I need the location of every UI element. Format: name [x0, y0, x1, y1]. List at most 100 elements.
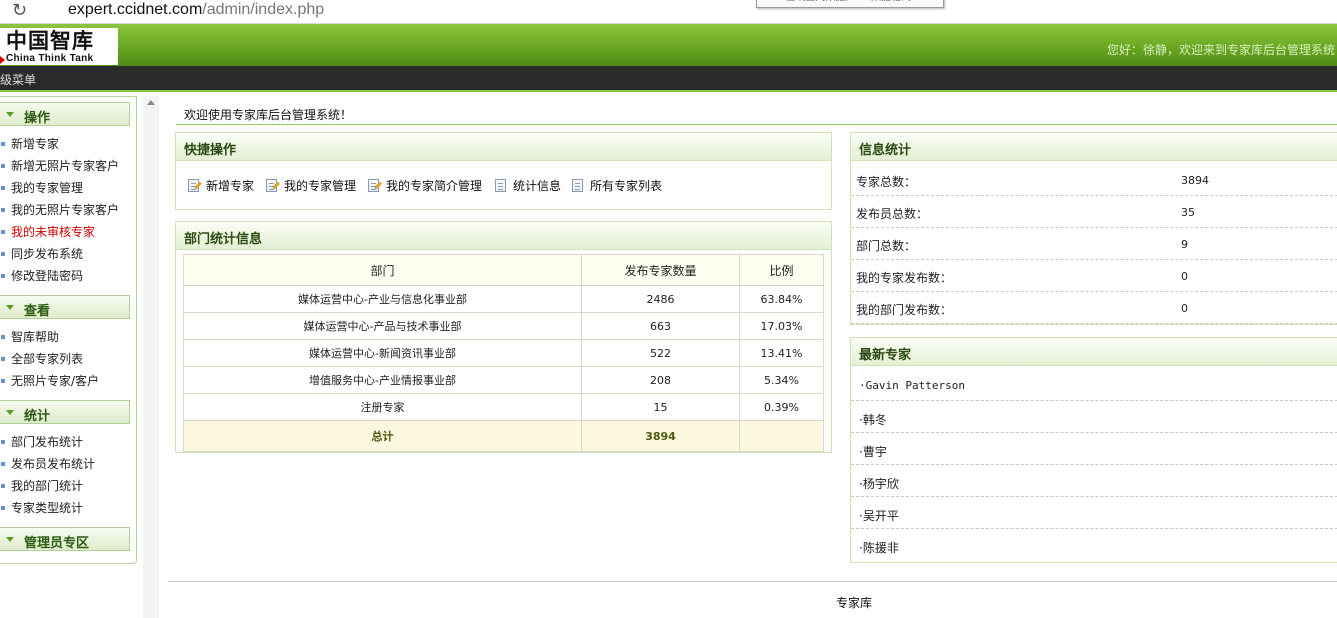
total-empty-cell — [739, 420, 824, 452]
sidebar-section-admin[interactable]: 管理员专区 — [0, 527, 130, 551]
chevron-down-icon — [6, 305, 14, 310]
expert-link[interactable]: ·Gavin Patterson — [859, 379, 965, 392]
list-item[interactable]: ·陈援非 — [851, 529, 1337, 561]
reload-icon[interactable]: ↻ — [12, 1, 27, 21]
stat-row-total-publishers: 发布员总数： 35 — [851, 196, 1337, 228]
edit-doc-icon — [368, 179, 379, 192]
list-item[interactable]: ·吴开平 — [851, 497, 1337, 529]
chevron-down-icon — [6, 112, 14, 117]
url-path: /admin/index.php — [202, 1, 325, 18]
bullet-icon — [1, 440, 5, 444]
stat-value: 0 — [1181, 302, 1188, 315]
sidebar-section-operate[interactable]: 操作 — [0, 102, 130, 126]
logo-mark-icon — [0, 56, 5, 64]
stat-value: 0 — [1181, 270, 1188, 283]
dept-ratio: 13.41% — [739, 339, 824, 367]
bullet-icon — [1, 274, 5, 278]
sidebar-item-label: 部门发布统计 — [11, 435, 84, 449]
expert-link[interactable]: ·曹宇 — [859, 443, 887, 460]
sidebar-item-label: 智库帮助 — [11, 330, 60, 344]
panel-header: 部门统计信息 — [176, 222, 831, 250]
edit-doc-icon — [188, 179, 199, 192]
bullet-icon — [1, 164, 5, 168]
page-welcome: 欢迎使用专家库后台管理系统！ — [184, 108, 353, 122]
quick-action-label: 所有专家列表 — [590, 179, 663, 193]
sidebar-item-label: 新增无照片专家客户 — [11, 159, 120, 173]
dept-name: 媒体运营中心-新闻资讯事业部 — [183, 339, 582, 367]
site-header: 中国智库 China Think Tank 您好：徐静，欢迎来到专家库后台管理系… — [0, 24, 1337, 66]
sidebar-section-stats[interactable]: 统计 — [0, 400, 130, 424]
quick-actions-panel: 快捷操作 新增专家 我的专家管理 我的专家简介管理 统计信息 所有专家列表 — [175, 132, 832, 210]
logo[interactable]: 中国智库 China Think Tank — [0, 28, 118, 65]
bullet-icon — [1, 186, 5, 190]
dept-name: 媒体运营中心-产业与信息化事业部 — [183, 285, 582, 313]
stat-label: 我的部门发布数： — [856, 303, 953, 317]
sidebar-section-view[interactable]: 查看 — [0, 295, 130, 319]
sidebar-item-label: 我的专家管理 — [11, 181, 84, 195]
bullet-icon — [1, 379, 5, 383]
scroll-up-arrow-icon[interactable] — [147, 100, 155, 105]
panel-header: 快捷操作 — [176, 133, 831, 161]
panel-title: 最新专家 — [859, 348, 912, 363]
list-item[interactable]: ·杨宇欣 — [851, 465, 1337, 497]
panel-title: 部门统计信息 — [184, 232, 263, 247]
bullet-icon — [1, 252, 5, 256]
panel-title: 信息统计 — [859, 143, 912, 158]
table-row: 媒体运营中心-新闻资讯事业部 522 13.41% — [183, 339, 824, 367]
list-item[interactable]: ·曹宇 — [851, 433, 1337, 465]
column-header: 部门 — [183, 254, 582, 286]
table-row: 注册专家 15 0.39% — [183, 393, 824, 421]
dept-stats-panel: 部门统计信息 部门 发布专家数量 比例 媒体运营中心-产业与信息化事业部 248… — [175, 221, 832, 453]
url-host: expert.ccidnet.com — [68, 1, 203, 18]
list-item[interactable]: ·Gavin Patterson — [851, 369, 1337, 401]
user-welcome: 您好：徐静，欢迎来到专家库后台管理系统 — [1106, 43, 1335, 57]
expert-link[interactable]: ·杨宇欣 — [859, 475, 899, 492]
logo-chinese: 中国智库 — [6, 29, 94, 53]
menu-bar: 级菜单 — [0, 66, 1337, 92]
stat-row-my-dept-published: 我的部门发布数： 0 — [851, 292, 1337, 324]
dept-name: 增值服务中心-产业情报事业部 — [183, 366, 582, 394]
quick-action-label: 我的专家简介管理 — [386, 179, 483, 193]
sidebar-section-title: 操作 — [24, 111, 51, 126]
sidebar-item-label: 我的未审核专家 — [11, 225, 96, 239]
dept-count: 663 — [581, 312, 740, 340]
stat-value: 9 — [1181, 238, 1188, 251]
table-row: 增值服务中心-产业情报事业部 208 5.34% — [183, 366, 824, 394]
panel-title: 快捷操作 — [184, 143, 237, 158]
list-item[interactable]: ·韩冬 — [851, 401, 1337, 433]
stat-row-total-experts: 专家总数： 3894 — [851, 164, 1337, 196]
dept-ratio: 63.84% — [739, 285, 824, 313]
dept-ratio: 5.34% — [739, 366, 824, 394]
sidebar-item-label: 无照片专家/客户 — [11, 374, 100, 388]
sidebar-item-label: 同步发布系统 — [11, 247, 84, 261]
stat-row-total-depts: 部门总数： 9 — [851, 228, 1337, 260]
column-header: 比例 — [739, 254, 824, 286]
url-field[interactable]: expert.ccidnet.com/admin/index.php — [68, 0, 324, 20]
bullet-icon — [1, 208, 5, 212]
menu-bar-label: 级菜单 — [0, 73, 37, 87]
sidebar-item-label: 我的无照片专家客户 — [11, 203, 120, 217]
stat-row-my-published: 我的专家发布数： 0 — [851, 260, 1337, 292]
column-header: 发布专家数量 — [581, 254, 740, 286]
sidebar-item-label: 专家类型统计 — [11, 501, 84, 515]
expert-link[interactable]: ·韩冬 — [859, 411, 887, 428]
browser-address-bar: ↻ expert.ccidnet.com/admin/index.php mdb… — [0, 0, 1337, 24]
sidebar-section-title: 查看 — [24, 304, 51, 319]
sidebar-section-title: 管理员专区 — [24, 536, 90, 551]
table-row: 媒体运营中心-产品与技术事业部 663 17.03% — [183, 312, 824, 340]
dept-name: 注册专家 — [183, 393, 582, 421]
dept-count: 208 — [581, 366, 740, 394]
stat-label: 我的专家发布数： — [856, 271, 953, 285]
bullet-icon — [1, 230, 5, 234]
expert-link[interactable]: ·吴开平 — [859, 507, 899, 524]
sidebar-scrollbar[interactable] — [143, 96, 159, 618]
dept-stats-table: 部门 发布专家数量 比例 媒体运营中心-产业与信息化事业部 2486 63.84… — [183, 254, 824, 452]
doc-icon — [495, 179, 506, 192]
bullet-icon — [1, 462, 5, 466]
total-label: 总计 — [183, 420, 582, 452]
quick-action-label: 新增专家 — [206, 179, 255, 193]
chevron-down-icon — [6, 537, 14, 542]
divider — [176, 124, 1337, 125]
expert-link[interactable]: ·陈援非 — [859, 539, 899, 556]
stat-label: 发布员总数： — [856, 207, 929, 221]
